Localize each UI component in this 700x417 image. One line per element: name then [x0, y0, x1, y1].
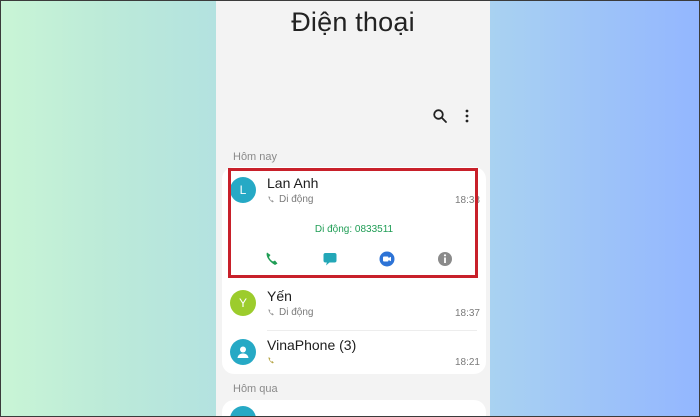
- call-time: 18:37: [454, 308, 480, 319]
- info-icon[interactable]: [437, 251, 453, 267]
- avatar-yen: Y: [230, 290, 256, 316]
- call-type: Di động: [267, 194, 313, 205]
- contact-name: VinaPhone (3): [267, 337, 357, 353]
- person-icon: [237, 346, 249, 358]
- avatar-lan-anh: L: [230, 177, 256, 203]
- section-header-yesterday: Hôm qua: [233, 383, 278, 395]
- call-type-label: Di động: [279, 194, 314, 205]
- call-row-lan-anh[interactable]: L Lan Anh Di động 18:38 Di động: 0833511: [222, 169, 486, 281]
- contact-name: Yến: [267, 288, 292, 304]
- call-row-vinaphone[interactable]: VinaPhone (3) 18:21: [222, 331, 486, 377]
- contact-name: Lan Anh: [267, 175, 319, 191]
- call-type-label: Di động: [279, 307, 314, 318]
- phone-app: Điện thoại Hôm nay L Lan Anh Di động 18:…: [216, 0, 490, 417]
- yesterday-calls-card: [222, 400, 486, 417]
- more-options-icon[interactable]: [459, 108, 475, 124]
- call-time: 18:21: [454, 357, 480, 368]
- expanded-phone-number: Di động: 0833511: [314, 224, 394, 235]
- outgoing-call-icon: [268, 196, 274, 203]
- video-call-icon[interactable]: [379, 251, 395, 267]
- avatar-partial: [230, 406, 256, 417]
- section-header-today: Hôm nay: [233, 151, 278, 163]
- recent-calls-card: L Lan Anh Di động 18:38 Di động: 0833511: [222, 167, 486, 374]
- call-type: Di động: [267, 307, 313, 318]
- call-row-yen[interactable]: Y Yến Di động 18:37: [222, 282, 486, 328]
- message-icon[interactable]: [322, 251, 338, 267]
- outgoing-call-icon: [268, 309, 274, 316]
- search-icon[interactable]: [432, 108, 448, 124]
- avatar-vinaphone: [230, 339, 256, 365]
- missed-call-icon: [268, 357, 274, 364]
- call-type: [267, 356, 276, 365]
- call-time: 18:38: [454, 195, 480, 206]
- call-icon[interactable]: [264, 251, 280, 267]
- page-title: Điện thoại: [291, 7, 415, 37]
